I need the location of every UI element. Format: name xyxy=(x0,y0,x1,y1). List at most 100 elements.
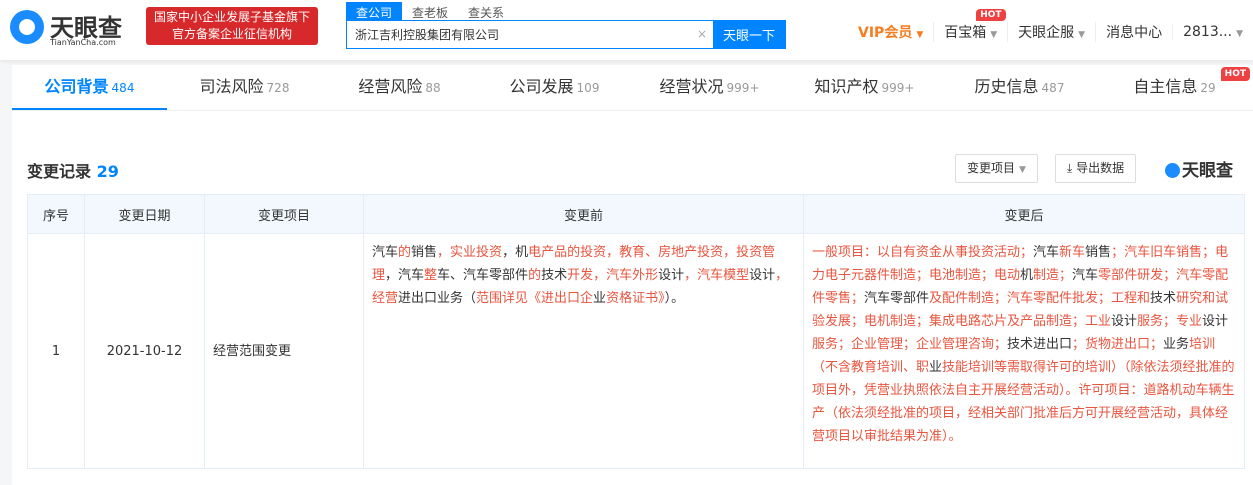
tab-2[interactable]: 经营风险 88 xyxy=(322,65,477,110)
text-segment: 机 xyxy=(1020,268,1034,283)
caret-down-icon: ▼ xyxy=(1019,165,1026,175)
highlighted-text: 服务；企业管理；企业管理咨询； xyxy=(812,337,1008,352)
change-records-table: 序号 变更日期 变更项目 变更前 变更后 1 2021-10-12 经营范围变更… xyxy=(27,194,1245,469)
qifu-menu[interactable]: 天眼企服 ▼ xyxy=(1007,22,1095,42)
tab-0[interactable]: 公司背景 484 xyxy=(12,65,167,110)
caret-down-icon: ▼ xyxy=(990,30,998,40)
badge-line1: 国家中小企业发展子基金旗下 xyxy=(153,10,310,24)
section-title: 变更记录 29 xyxy=(27,158,119,182)
user-label: 2813... xyxy=(1183,24,1233,40)
col-after: 变更后 xyxy=(803,194,1245,234)
search-box: × 天眼一下 xyxy=(346,20,786,49)
text-segment: 业务 xyxy=(1163,337,1190,352)
user-menu[interactable]: 2813... ▼ xyxy=(1172,24,1253,40)
text-segment: 业 xyxy=(593,291,607,306)
row-index: 1 xyxy=(27,233,85,469)
tab-1[interactable]: 司法风险 728 xyxy=(167,65,322,110)
caret-down-icon: ▼ xyxy=(1236,29,1243,39)
text-segment: 技术进出口 xyxy=(1007,337,1073,352)
text-segment: ，机 xyxy=(502,245,529,260)
row-before: 汽车的销售，实业投资，机电产品的投资，教育、房地产投资，投资管理，汽车整车、汽车… xyxy=(363,233,804,469)
messages-link[interactable]: 消息中心 xyxy=(1095,22,1172,42)
tab-3[interactable]: 公司发展 109 xyxy=(477,65,632,110)
baibao-menu[interactable]: 百宝箱 ▼ HOT xyxy=(933,9,1007,42)
tab-count: 88 xyxy=(425,81,441,95)
col-date: 变更日期 xyxy=(84,194,205,234)
caret-down-icon: ▼ xyxy=(1078,30,1086,40)
official-badge: 国家中小企业发展子基金旗下 官方备案企业征信机构 xyxy=(146,7,318,45)
col-item: 变更项目 xyxy=(204,194,364,234)
qifu-label: 天眼企服 xyxy=(1018,25,1075,41)
row-item: 经营范围变更 xyxy=(204,233,364,469)
tab-count: 999+ xyxy=(726,81,760,95)
tab-label: 公司背景 xyxy=(44,77,109,96)
export-button[interactable]: ⤓ 导出数据 xyxy=(1055,154,1137,183)
tab-label: 司法风险 xyxy=(199,77,264,96)
highlighted-text: ，汽车模型 xyxy=(684,268,750,283)
text-segment: 设计 xyxy=(658,268,685,283)
table-row: 1 2021-10-12 经营范围变更 汽车的销售，实业投资，机电产品的投资，教… xyxy=(27,233,1245,469)
highlighted-text: 开发，汽车外形 xyxy=(567,268,659,283)
col-before: 变更前 xyxy=(363,194,804,234)
highlighted-text: 的 xyxy=(528,268,542,283)
section-count: 29 xyxy=(96,162,119,181)
watermark-logo: 天眼查 xyxy=(1165,156,1233,181)
content-panel: 公司背景 484 司法风险 728 经营风险 88 公司发展 109 经营状况 999+ 知识产权 9… xyxy=(12,65,1253,485)
hot-badge: HOT xyxy=(976,9,1006,21)
tab-label: 历史信息 xyxy=(974,77,1039,96)
text-segment: ，汽车 xyxy=(385,268,425,283)
tab-label: 知识产权 xyxy=(814,77,879,96)
tab-5[interactable]: 知识产权 999+ xyxy=(787,65,942,110)
filter-dropdown[interactable]: 变更项目 ▼ xyxy=(955,154,1038,183)
tab-4[interactable]: 经营状况 999+ xyxy=(632,65,787,110)
tab-label: 经营状况 xyxy=(659,77,724,96)
table-header: 序号 变更日期 变更项目 变更前 变更后 xyxy=(27,194,1245,234)
logo[interactable]: 天眼查 TianYanCha.com xyxy=(10,8,140,48)
text-segment: 设计 xyxy=(1202,314,1229,329)
section-tabs: 公司背景 484 司法风险 728 经营风险 88 公司发展 109 经营状况 999+ 知识产权 9… xyxy=(12,65,1253,111)
highlighted-text: 整 xyxy=(424,268,438,283)
highlighted-text: 服务；专业 xyxy=(1137,314,1203,329)
highlighted-text: 一般项目：以自有资金从事投资活动； xyxy=(812,245,1034,260)
search-button[interactable]: 天眼一下 xyxy=(713,21,785,48)
text-segment: 业 xyxy=(929,360,943,375)
search-input[interactable] xyxy=(347,21,691,48)
highlighted-text: ；货物进出口； xyxy=(1072,337,1164,352)
highlighted-text: ，实业投资 xyxy=(437,245,503,260)
highlighted-text: 资格证书》 xyxy=(606,291,665,306)
clear-icon[interactable]: × xyxy=(691,21,713,48)
tab-count: 999+ xyxy=(881,81,915,95)
export-label: 导出数据 xyxy=(1076,161,1125,175)
text-segment: 汽车 xyxy=(372,245,399,260)
tab-count: 109 xyxy=(576,81,600,95)
vip-menu[interactable]: VIP会员 ▼ xyxy=(848,22,933,42)
top-nav: VIP会员 ▼ 百宝箱 ▼ HOT 天眼企服 ▼ 消息中心 2813... ▼ xyxy=(848,9,1253,42)
text-segment: 汽车 xyxy=(1033,245,1060,260)
text-segment: 技术 xyxy=(1150,291,1177,306)
logo-icon xyxy=(1165,163,1180,178)
text-segment: 销售 xyxy=(1085,245,1112,260)
row-date: 2021-10-12 xyxy=(84,233,205,469)
highlighted-text: 范围详见《进出口企 xyxy=(476,291,594,306)
tab-7[interactable]: 自主信息 29 HOT xyxy=(1097,65,1252,110)
logo-icon xyxy=(10,10,44,44)
tab-label: 公司发展 xyxy=(509,77,574,96)
baibao-label: 百宝箱 xyxy=(944,25,987,41)
download-icon: ⤓ xyxy=(1067,161,1073,175)
section-title-label: 变更记录 xyxy=(27,162,92,181)
tab-6[interactable]: 历史信息 487 xyxy=(942,65,1097,110)
highlighted-text: 的 xyxy=(398,245,412,260)
text-segment: 进出口业务（ xyxy=(398,291,477,306)
tab-count: 728 xyxy=(266,81,290,95)
text-segment: 汽车零部件 xyxy=(864,291,930,306)
text-segment: 销售 xyxy=(411,245,438,260)
highlighted-text: 及配件制造；汽车零配件批发；工程和 xyxy=(929,291,1151,306)
tab-label: 经营风险 xyxy=(358,77,423,96)
col-index: 序号 xyxy=(27,194,85,234)
text-segment: 设计 xyxy=(749,268,776,283)
highlighted-text: 制造； xyxy=(1033,268,1073,283)
filter-label: 变更项目 xyxy=(967,161,1016,175)
hot-badge: HOT xyxy=(1220,67,1250,81)
text-segment: ）。 xyxy=(664,291,685,306)
watermark-text: 天眼查 xyxy=(1182,161,1233,181)
